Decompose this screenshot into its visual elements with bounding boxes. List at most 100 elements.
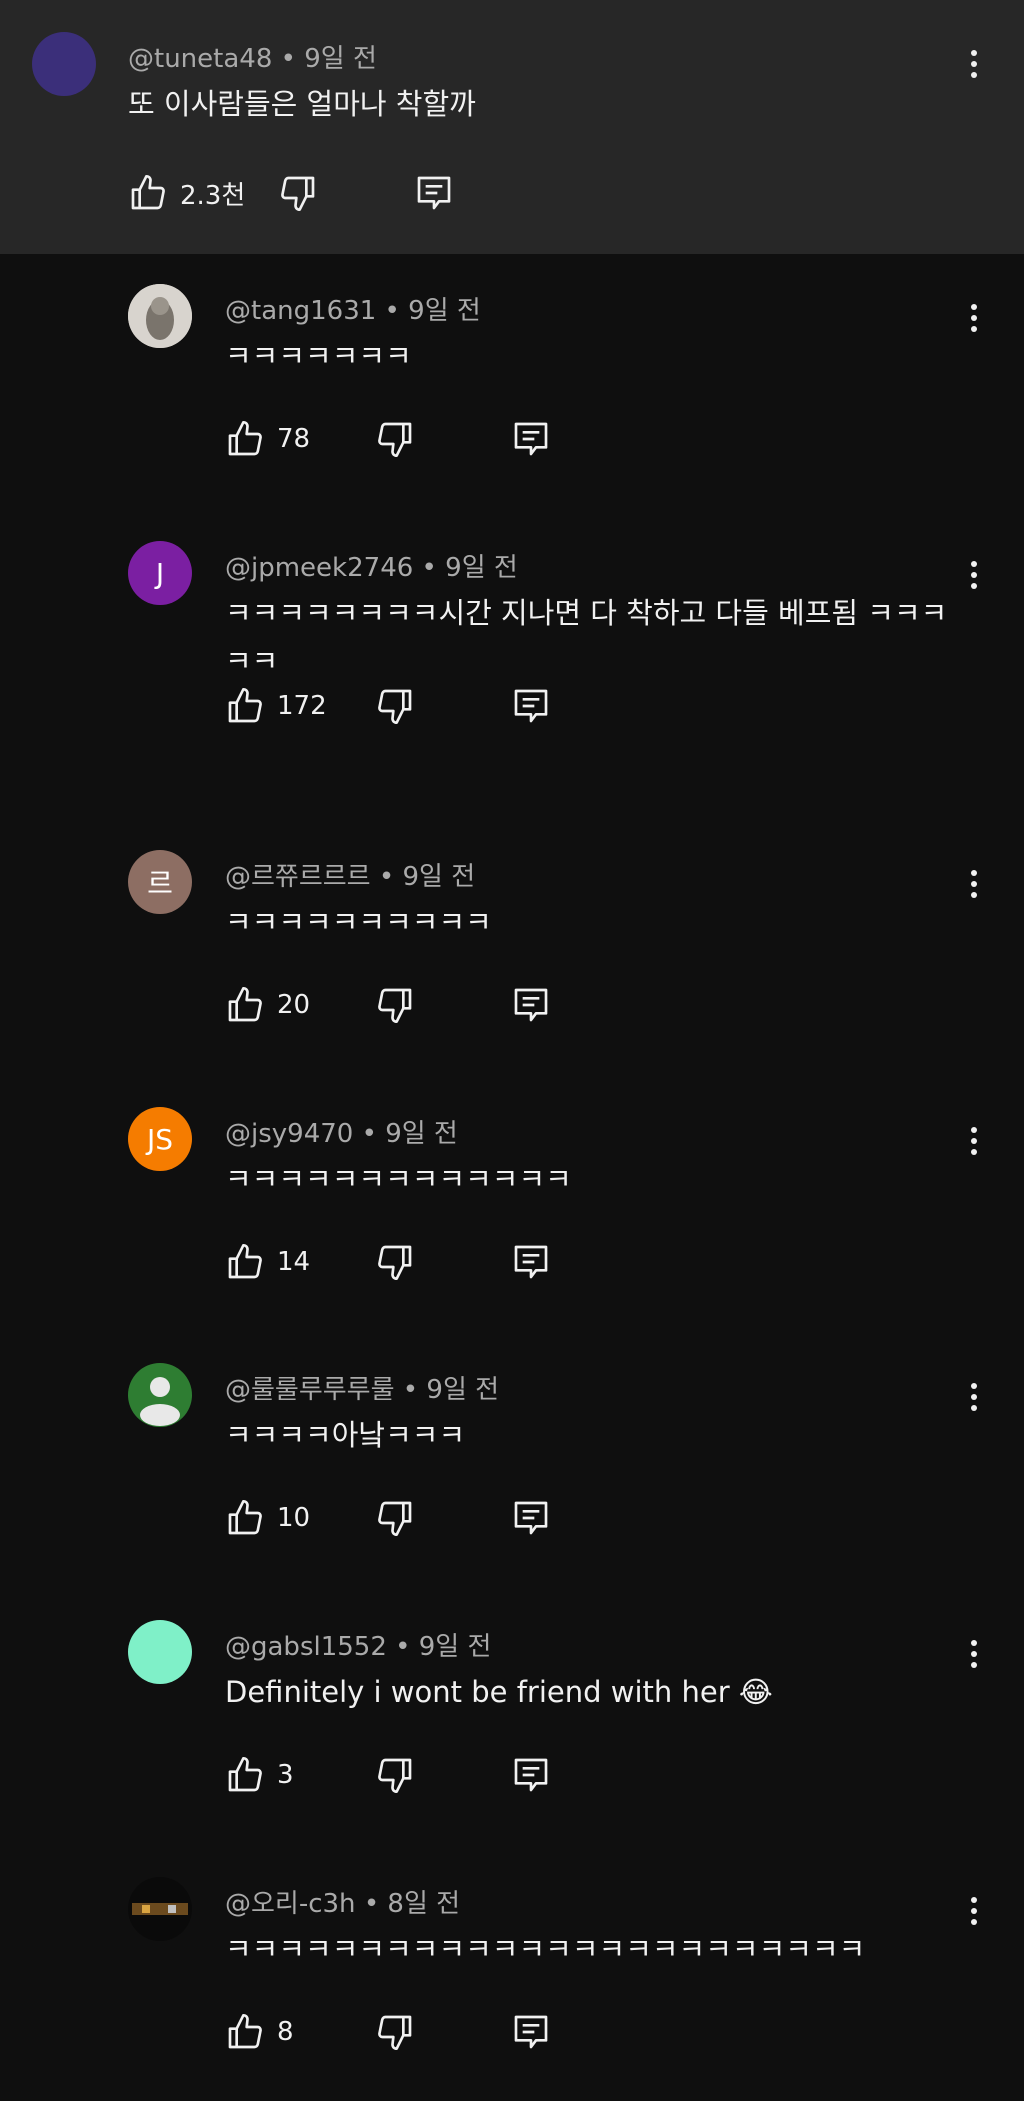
timestamp: 9일 전 [402, 862, 476, 892]
comment-actions: 172 [225, 681, 548, 731]
timestamp: 9일 전 [426, 1375, 500, 1405]
dog-photo-icon [128, 284, 192, 348]
reply-button[interactable] [511, 419, 551, 459]
reply-button[interactable] [414, 173, 454, 213]
more-options-icon[interactable] [964, 1121, 984, 1161]
more-options-icon[interactable] [964, 864, 984, 904]
reply-icon [514, 988, 548, 1022]
like-button[interactable]: 78 [225, 419, 337, 459]
comment-text: ㅋㅋㅋㅋㅋㅋㅋ [225, 339, 412, 373]
thumbs-down-icon [378, 689, 412, 724]
comment-meta: @룰룰루루루룰 • 9일 전 [225, 1369, 499, 1406]
avatar[interactable]: JS [128, 1107, 192, 1171]
author-name[interactable]: @jsy9470 [225, 1119, 353, 1149]
thumbs-down-icon [378, 1758, 412, 1793]
author-name[interactable]: @tuneta48 [128, 44, 272, 74]
separator: • [402, 1375, 419, 1405]
reply-button[interactable] [511, 1242, 551, 1282]
comment-meta: @오리-c3h • 8일 전 [225, 1883, 460, 1920]
like-button[interactable]: 3 [225, 1755, 337, 1795]
thumbs-down-icon [281, 176, 315, 212]
thumbs-up-icon [131, 175, 165, 210]
comment-text: ㅋㅋㅋㅋ아낰ㅋㅋㅋ [225, 1418, 466, 1452]
reply-button[interactable] [511, 985, 551, 1025]
dislike-button[interactable] [375, 2012, 415, 2052]
avatar-letter: JS [146, 1122, 174, 1156]
dislike-button[interactable] [375, 419, 415, 459]
avatar[interactable] [128, 284, 192, 348]
author-name[interactable]: @gabsl1552 [225, 1632, 387, 1662]
like-count: 20 [277, 990, 311, 1020]
comment-meta: @jpmeek2746 • 9일 전 [225, 547, 518, 584]
dislike-button[interactable] [375, 985, 415, 1025]
like-count: 172 [277, 691, 327, 721]
like-button[interactable]: 10 [225, 1498, 337, 1538]
comment-actions: 3 [225, 1750, 548, 1800]
comment-meta: @jsy9470 • 9일 전 [225, 1113, 458, 1150]
avatar-letter: 르 [147, 867, 173, 900]
author-name[interactable]: @jpmeek2746 [225, 553, 413, 583]
comment-text: ㅋㅋㅋㅋㅋㅋㅋㅋㅋㅋ [225, 905, 492, 939]
timestamp: 9일 전 [445, 553, 518, 583]
comment-actions: 2.3천 [128, 168, 451, 218]
dislike-button[interactable] [375, 1755, 415, 1795]
comment-actions: 78 [225, 414, 548, 464]
dislike-button[interactable] [278, 173, 318, 213]
comment-actions: 14 [225, 1237, 548, 1287]
timestamp: 8일 전 [387, 1889, 461, 1919]
avatar[interactable] [128, 1877, 192, 1941]
reply-button[interactable] [511, 1755, 551, 1795]
comment-meta: @gabsl1552 • 9일 전 [225, 1626, 491, 1663]
comment-text: ㅋㅋㅋㅋㅋㅋㅋㅋ시간 지나면 다 착하고 다들 베프됨 ㅋㅋㅋㅋㅋ [225, 596, 948, 678]
like-count: 8 [277, 2017, 294, 2047]
dislike-button[interactable] [375, 686, 415, 726]
reply-button[interactable] [511, 686, 551, 726]
like-count: 2.3천 [180, 180, 246, 211]
like-button[interactable]: 2.3천 [128, 173, 245, 213]
like-button[interactable]: 172 [225, 686, 337, 726]
reply-button[interactable] [511, 2012, 551, 2052]
reply-icon [514, 1758, 548, 1792]
timestamp: 9일 전 [304, 44, 377, 74]
avatar[interactable]: 르 [128, 850, 192, 914]
thumbs-down-icon [378, 1501, 412, 1536]
avatar[interactable] [128, 1620, 192, 1684]
more-options-icon[interactable] [964, 44, 984, 84]
author-name[interactable]: @룰룰루루루룰 [225, 1375, 395, 1405]
reply-icon [514, 1501, 548, 1535]
avatar[interactable] [32, 32, 96, 96]
author-name[interactable]: @르쮸르르르 [225, 862, 371, 892]
thumbs-down-icon [378, 1245, 412, 1280]
thumbnail-image-icon [128, 1877, 192, 1941]
author-name[interactable]: @tang1631 [225, 296, 376, 326]
reply-button[interactable] [511, 1498, 551, 1538]
more-options-icon[interactable] [964, 298, 984, 338]
like-button[interactable]: 20 [225, 985, 337, 1025]
separator: • [378, 862, 395, 892]
dislike-button[interactable] [375, 1498, 415, 1538]
more-options-icon[interactable] [964, 555, 984, 595]
more-options-icon[interactable] [964, 1634, 984, 1674]
author-name[interactable]: @오리-c3h [225, 1889, 356, 1919]
reply-icon [514, 2015, 548, 2049]
thumbs-up-icon [228, 1500, 262, 1535]
timestamp: 9일 전 [385, 1119, 458, 1149]
avatar[interactable] [128, 1363, 192, 1427]
comment-actions: 20 [225, 980, 548, 1030]
more-options-icon[interactable] [964, 1377, 984, 1417]
thumbs-up-icon [228, 1757, 262, 1792]
like-button[interactable]: 14 [225, 1242, 337, 1282]
separator: • [280, 44, 296, 74]
separator: • [363, 1889, 380, 1919]
like-button[interactable]: 8 [225, 2012, 337, 2052]
top-comment: @tuneta48 • 9일 전 또 이사람들은 얼마나 착할까 2.3천 [0, 0, 1024, 254]
avatar[interactable]: J [128, 541, 192, 605]
reply-icon [514, 689, 548, 723]
comment-actions: 8 [225, 2007, 548, 2057]
more-options-icon[interactable] [964, 1891, 984, 1931]
reply-icon [514, 1245, 548, 1279]
dislike-button[interactable] [375, 1242, 415, 1282]
separator: • [421, 553, 437, 583]
thumbs-down-icon [378, 422, 412, 457]
person-icon [140, 1377, 180, 1426]
